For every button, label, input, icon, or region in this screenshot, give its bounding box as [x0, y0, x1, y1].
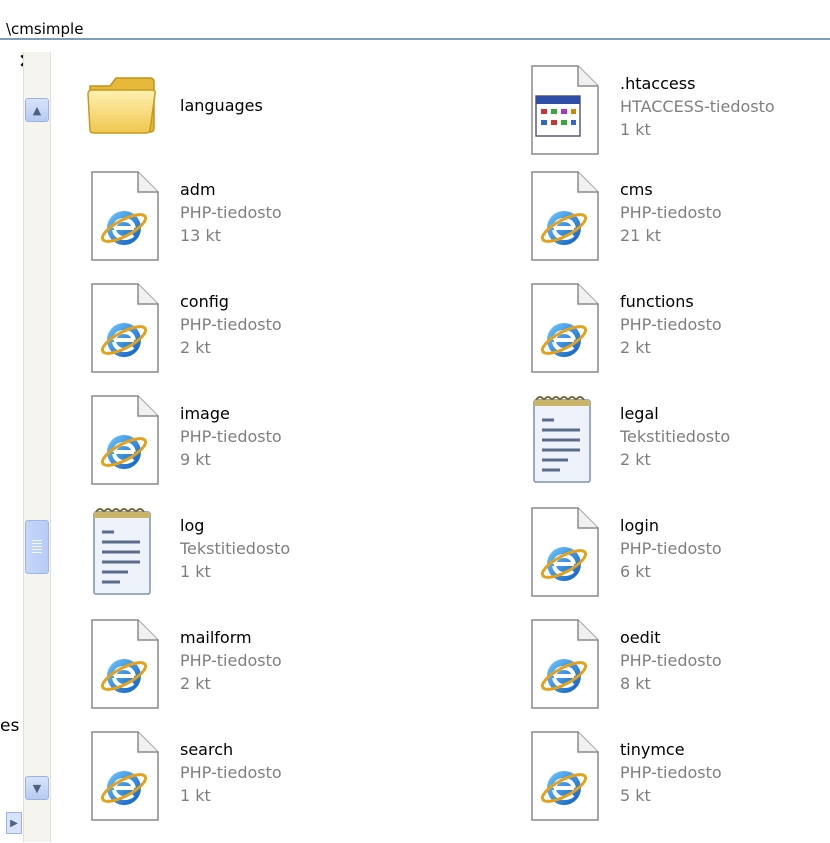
file-size: 1 kt [620, 120, 651, 139]
chevron-down-icon: ▼ [32, 781, 42, 795]
list-item[interactable]: cms PHP-tiedosto 21 kt [510, 170, 830, 270]
file-size: 9 kt [180, 450, 211, 469]
php-file-icon [80, 394, 160, 486]
file-size: 1 kt [180, 562, 211, 581]
vertical-scrollbar[interactable]: ▲ ▼ [23, 52, 51, 842]
php-file-icon [520, 170, 600, 262]
file-type: PHP-tiedosto [620, 651, 722, 670]
file-size: 21 kt [620, 226, 661, 245]
file-name: image [180, 404, 230, 423]
left-pane-text-fragment: es [0, 716, 20, 736]
file-type: PHP-tiedosto [180, 203, 282, 222]
file-name: adm [180, 180, 216, 199]
list-item[interactable]: oedit PHP-tiedosto 8 kt [510, 618, 830, 718]
php-file-icon [80, 170, 160, 262]
list-item[interactable]: .htaccess HTACCESS-tiedosto 1 kt [510, 64, 830, 164]
address-bar[interactable]: \cmsimple [0, 0, 830, 40]
list-item[interactable]: mailform PHP-tiedosto 2 kt [70, 618, 420, 718]
file-size: 6 kt [620, 562, 651, 581]
file-name: legal [620, 404, 659, 423]
file-name: oedit [620, 628, 661, 647]
file-size: 2 kt [180, 674, 211, 693]
scroll-up-button[interactable]: ▲ [25, 98, 49, 122]
folder-icon [80, 64, 160, 152]
php-file-icon [80, 730, 160, 822]
file-type: PHP-tiedosto [180, 651, 282, 670]
file-name: tinymce [620, 740, 685, 759]
php-file-icon [80, 282, 160, 374]
file-name: config [180, 292, 229, 311]
chevron-right-icon: ▶ [10, 817, 18, 829]
file-size: 5 kt [620, 786, 651, 805]
htaccess-file-icon [520, 64, 600, 155]
list-item[interactable]: legal Tekstitiedosto 2 kt [510, 394, 830, 494]
file-size: 2 kt [620, 338, 651, 357]
file-name: search [180, 740, 234, 759]
file-name: log [180, 516, 205, 535]
grip-icon [32, 540, 42, 554]
file-type: PHP-tiedosto [180, 315, 282, 334]
file-size: 13 kt [180, 226, 221, 245]
file-type: Tekstitiedosto [620, 427, 731, 446]
file-name: login [620, 516, 659, 535]
file-type: PHP-tiedosto [180, 763, 282, 782]
list-item[interactable]: config PHP-tiedosto 2 kt [70, 282, 420, 382]
php-file-icon [520, 730, 600, 822]
file-name: functions [620, 292, 694, 311]
php-file-icon [520, 506, 600, 598]
file-type: HTACCESS-tiedosto [620, 97, 775, 116]
text-file-icon [520, 394, 600, 484]
list-item[interactable]: log Tekstitiedosto 1 kt [70, 506, 420, 606]
file-name: languages [180, 96, 263, 115]
list-item[interactable]: image PHP-tiedosto 9 kt [70, 394, 420, 494]
file-size: 2 kt [180, 338, 211, 357]
php-file-icon [80, 618, 160, 710]
php-file-icon [520, 618, 600, 710]
list-item[interactable]: login PHP-tiedosto 6 kt [510, 506, 830, 606]
file-name: .htaccess [620, 74, 696, 93]
scroll-thumb[interactable] [25, 520, 49, 574]
scroll-down-button[interactable]: ▼ [25, 776, 49, 800]
file-name: mailform [180, 628, 252, 647]
nav-arrow-button[interactable]: ▶ [6, 812, 22, 834]
file-type: PHP-tiedosto [620, 539, 722, 558]
file-size: 1 kt [180, 786, 211, 805]
file-size: 8 kt [620, 674, 651, 693]
list-item[interactable]: search PHP-tiedosto 1 kt [70, 730, 420, 830]
file-type: Tekstitiedosto [180, 539, 291, 558]
text-file-icon [80, 506, 160, 596]
list-item[interactable]: languages [70, 64, 420, 164]
list-item[interactable]: functions PHP-tiedosto 2 kt [510, 282, 830, 382]
chevron-up-icon: ▲ [32, 103, 42, 117]
file-type: PHP-tiedosto [180, 427, 282, 446]
file-size: 2 kt [620, 450, 651, 469]
list-item[interactable]: tinymce PHP-tiedosto 5 kt [510, 730, 830, 830]
list-item[interactable]: adm PHP-tiedosto 13 kt [70, 170, 420, 270]
php-file-icon [520, 282, 600, 374]
file-type: PHP-tiedosto [620, 315, 722, 334]
file-type: PHP-tiedosto [620, 203, 722, 222]
file-type: PHP-tiedosto [620, 763, 722, 782]
file-name: cms [620, 180, 653, 199]
file-list: languages .htaccess HTACCESS-tiedosto 1 … [70, 42, 830, 843]
address-path: \cmsimple [6, 20, 84, 38]
